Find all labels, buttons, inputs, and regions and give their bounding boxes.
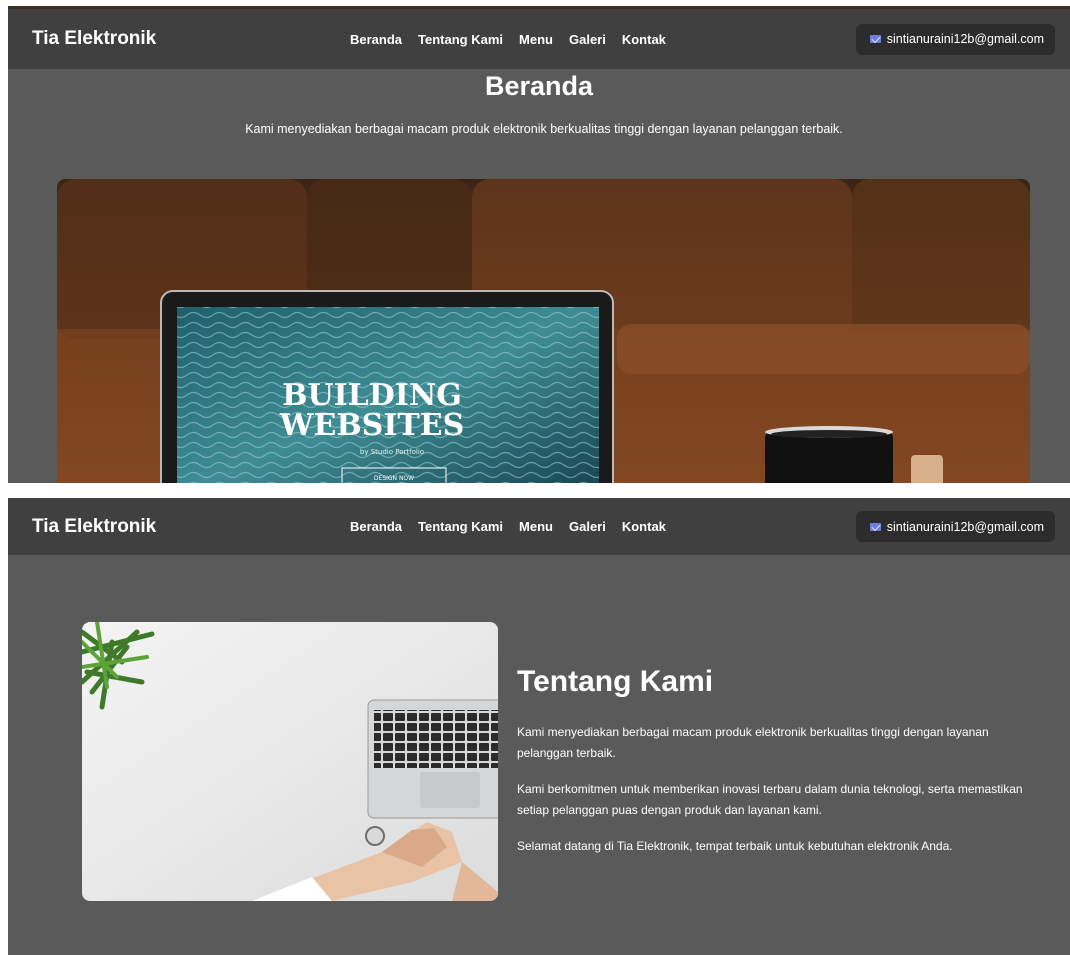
about-paragraph-1: Kami menyediakan berbagai macam produk e… [517, 725, 989, 760]
nav-item-menu[interactable]: Menu [519, 32, 553, 47]
nav-item-menu[interactable]: Menu [519, 519, 553, 534]
nav-item-beranda[interactable]: Beranda [350, 32, 402, 47]
laptop-screen-line2: WEBSITES [279, 408, 464, 443]
navbar: Tia Elektronik Beranda Tentang Kami Menu… [8, 9, 1070, 69]
screenshot-beranda: Tia Elektronik Beranda Tentang Kami Menu… [8, 6, 1070, 483]
nav-links: Beranda Tentang Kami Menu Galeri Kontak [350, 519, 666, 534]
mail-icon [869, 35, 881, 43]
nav-item-tentang-kami[interactable]: Tentang Kami [418, 519, 503, 534]
about-image [82, 622, 498, 901]
laptop-screen-button: DESIGN NOW [374, 475, 414, 482]
email-contact-button[interactable]: sintianuraini12b@gmail.com [855, 23, 1055, 55]
laptop-screen-sub: by Studio Portfolio [360, 448, 424, 456]
nav-item-beranda[interactable]: Beranda [350, 519, 402, 534]
email-address: sintianuraini12b@gmail.com [886, 32, 1044, 46]
navbar: Tia Elektronik Beranda Tentang Kami Menu… [8, 498, 1070, 555]
nav-item-galeri[interactable]: Galeri [569, 32, 606, 47]
nav-item-kontak[interactable]: Kontak [622, 519, 666, 534]
hero-description: Kami menyediakan berbagai macam produk e… [245, 122, 843, 136]
desk-laptop-photo [82, 622, 498, 901]
hero-laptop-photo: BUILDING WEBSITES by Studio Portfolio DE… [57, 179, 1030, 483]
mail-icon [869, 522, 881, 531]
about-title: Tentang Kami [517, 665, 714, 698]
about-paragraph-3: Selamat datang di Tia Elektronik, tempat… [517, 839, 953, 853]
about-paragraph-2: Kami berkomitmen untuk memberikan inovas… [517, 782, 1023, 817]
hero-title: Beranda [484, 71, 594, 101]
screenshot-tentang-kami: Tia Elektronik Beranda Tentang Kami Menu… [8, 498, 1070, 955]
nav-links: Beranda Tentang Kami Menu Galeri Kontak [350, 32, 666, 47]
nav-item-galeri[interactable]: Galeri [569, 519, 606, 534]
email-address: sintianuraini12b@gmail.com [886, 519, 1044, 534]
brand-logo[interactable]: Tia Elektronik [32, 28, 156, 50]
nav-item-kontak[interactable]: Kontak [622, 32, 666, 47]
email-contact-button[interactable]: sintianuraini12b@gmail.com [855, 511, 1055, 542]
hero-image: BUILDING WEBSITES by Studio Portfolio DE… [57, 179, 1030, 483]
brand-logo[interactable]: Tia Elektronik [32, 516, 156, 538]
nav-item-tentang-kami[interactable]: Tentang Kami [418, 32, 503, 47]
